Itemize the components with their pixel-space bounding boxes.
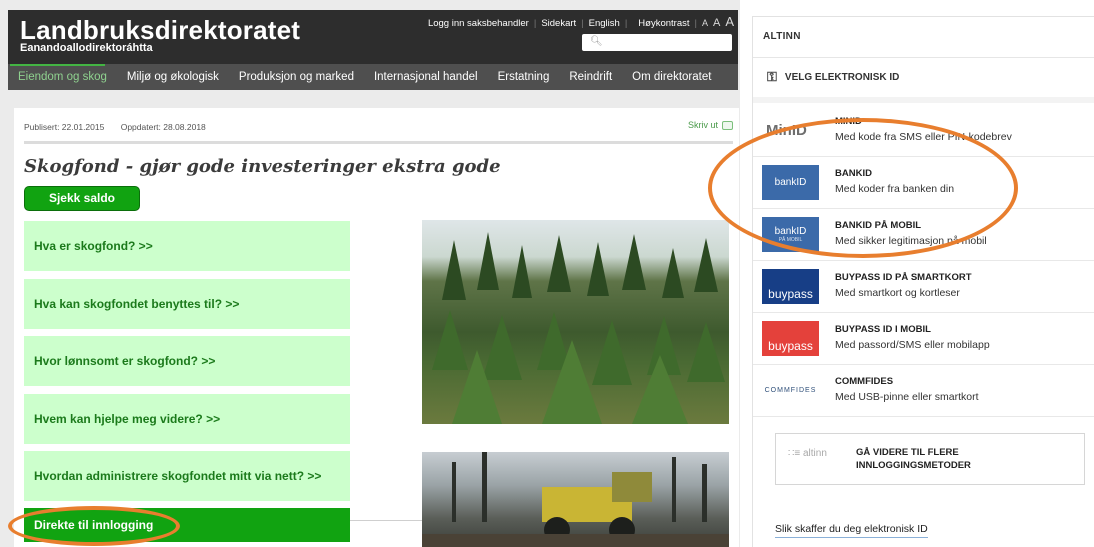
top-links: Logg inn saksbehandler | Sidekart | Engl… [428,14,734,29]
article-content: Publisert: 22.01.2015 Oppdatert: 28.08.2… [14,108,739,547]
font-size-medium-button[interactable]: A [713,17,720,29]
commfides-logo: COMMFIDES [762,373,819,408]
nav-erstatning[interactable]: Erstatning [488,64,560,90]
bankid-logo: bankID [762,165,819,200]
eid-name: BANKID PÅ MOBIL [835,220,922,231]
page-title: Skogfond - gjør gode investeringer ekstr… [24,156,501,177]
eid-description: Med kode fra SMS eller PIN-kodebrev [835,131,1012,143]
nav-om-direktoratet[interactable]: Om direktoratet [622,64,721,90]
sitemap-link[interactable]: Sidekart [541,18,576,29]
forestry-machine-illustration [422,452,729,547]
faq-what-is-skogfond[interactable]: Hva er skogfond? >> [24,221,350,271]
separator: | [533,18,537,29]
commfides-logo-text: COMMFIDES [764,387,817,394]
buypass-mobile-logo: buypass [762,321,819,356]
keys-icon: ⚿ [767,69,777,84]
eid-name: BUYPASS ID I MOBIL [835,324,931,335]
nav-internasjonal-handel[interactable]: Internasjonal handel [364,64,488,90]
print-link[interactable]: Skriv ut [688,120,733,130]
separator: | [694,18,697,29]
login-caseworker-link[interactable]: Logg inn saksbehandler [428,18,529,29]
more-login-methods-button[interactable]: ∷≡ altinn GÅ VIDERE TIL FLERE INNLOGGING… [775,433,1085,485]
eid-option-commfides[interactable]: COMMFIDES COMMFIDES Med USB-pinne eller … [753,365,1094,417]
eid-description: Med passord/SMS eller mobilapp [835,339,990,351]
printer-icon [722,120,733,130]
bankid-mobile-logo: bankID PÅ MOBIL [762,217,819,252]
forest-machine-photo [422,452,729,547]
minid-logo-text: MinID [766,122,807,139]
site-header: Landbruksdirektoratet Eanandoallodirekto… [8,10,738,64]
buypass-logo-text: buypass [768,287,813,301]
buypass-mobile-logo-text: buypass [768,339,813,353]
eid-description: Med koder fra banken din [835,183,955,195]
bankid-logo-text: bankID [774,177,807,188]
forest-photo [422,220,729,424]
divider [753,57,1094,58]
altinn-header: ALTINN [763,31,801,42]
direct-login-button[interactable]: Direkte til innlogging [24,508,350,542]
faq-who-can-help[interactable]: Hvem kan hjelpe meg videre? >> [24,394,350,444]
eid-description: Med sikker legitimasjon på mobil [835,235,987,247]
published-date: Publisert: 22.01.2015 [24,122,105,132]
print-label: Skriv ut [687,120,718,130]
eid-description: Med smartkort og kortleser [835,287,960,299]
eid-name: BUYPASS ID PÅ SMARTKORT [835,272,972,283]
main-navigation: Eiendom og skog Miljø og økologisk Produ… [8,64,738,90]
choose-eid-title: ⚿ VELG ELEKTRONISK ID [767,69,899,85]
font-size-large-button[interactable]: A [725,14,734,29]
divider [24,141,733,144]
buypass-logo: buypass [762,269,819,304]
how-to-get-eid-link[interactable]: Slik skaffer du deg elektronisk ID [775,523,928,538]
eid-option-buypass-smartcard[interactable]: buypass BUYPASS ID PÅ SMARTKORT Med smar… [753,261,1094,313]
faq-how-to-manage-online[interactable]: Hvordan administrere skogfondet mitt via… [24,451,350,501]
choose-eid-label: VELG ELEKTRONISK ID [784,71,900,83]
high-contrast-link[interactable]: Høykontrast [638,18,689,29]
altinn-logo-text: altinn [802,448,827,459]
faq-how-profitable[interactable]: Hvor lønnsomt er skogfond? >> [24,336,350,386]
divider [753,97,1094,103]
more-login-methods-label: GÅ VIDERE TIL FLERE INNLOGGINGSMETODER [856,447,971,471]
separator: | [581,18,584,29]
eid-description: Med USB-pinne eller smartkort [835,391,979,403]
article-meta: Publisert: 22.01.2015 Oppdatert: 28.08.2… [24,122,206,132]
bankid-mobile-logo-sub: PÅ MOBIL [778,237,803,243]
altinn-login-panel: ALTINN ⚿ VELG ELEKTRONISK ID MinID MINID… [752,16,1094,547]
eid-option-bankid[interactable]: bankID BANKID Med koder fra banken din [753,157,1094,209]
separator: | [624,18,628,29]
eid-name: MINID [835,116,862,127]
search-input[interactable]: 🔍︎ [582,34,732,51]
nav-miljo-og-okologisk[interactable]: Miljø og økologisk [117,64,229,90]
eid-name: BANKID [835,168,872,179]
nav-produksjon-og-marked[interactable]: Produksjon og marked [229,64,364,90]
altinn-logo: ∷≡ altinn [788,448,827,459]
spruce-trees-illustration [432,232,725,424]
nav-reindrift[interactable]: Reindrift [559,64,622,90]
divider [350,520,430,521]
check-balance-button[interactable]: Sjekk saldo [24,186,140,211]
eid-option-minid[interactable]: MinID MINID Med kode fra SMS eller PIN-k… [753,105,1094,157]
site-logo-sami: Eanandoallodirektoráhtta [20,42,153,54]
eid-option-bankid-mobile[interactable]: bankID PÅ MOBIL BANKID PÅ MOBIL Med sikk… [753,209,1094,261]
updated-date: Oppdatert: 28.08.2018 [120,122,206,132]
bankid-mobile-logo-text: bankID [774,226,807,237]
search-icon[interactable]: 🔍︎ [590,36,603,47]
eid-option-buypass-mobile[interactable]: buypass BUYPASS ID I MOBIL Med passord/S… [753,313,1094,365]
nav-eiendom-og-skog[interactable]: Eiendom og skog [8,64,117,90]
font-size-small-button[interactable]: A [702,18,708,28]
english-link[interactable]: English [589,18,620,29]
landbruksdirektoratet-page: Landbruksdirektoratet Eanandoallodirekto… [0,0,740,547]
faq-what-can-it-be-used-for[interactable]: Hva kan skogfondet benyttes til? >> [24,279,350,329]
minid-logo: MinID [762,113,819,148]
eid-name: COMMFIDES [835,376,894,387]
